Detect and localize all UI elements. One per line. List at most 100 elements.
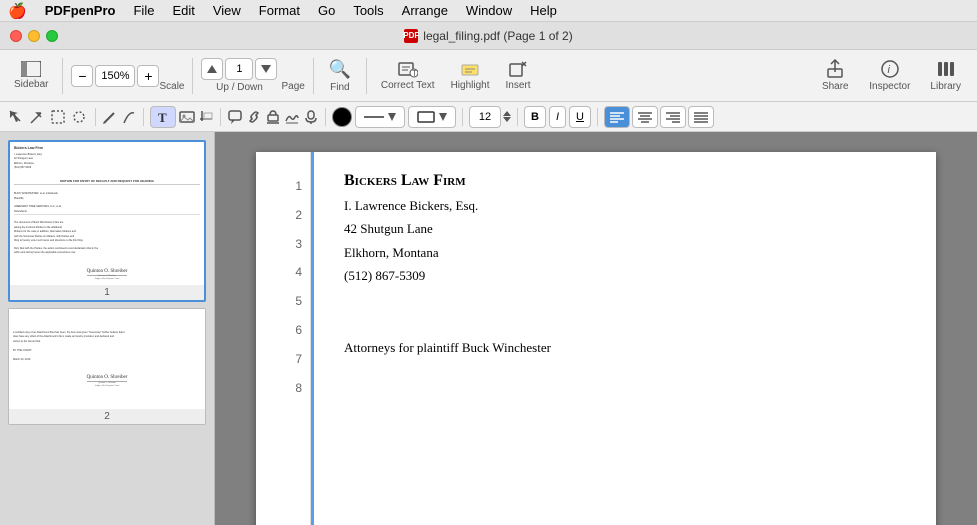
lasso-tool-icon[interactable] [71,109,87,125]
fullscreen-button[interactable] [46,30,58,42]
arrow-tool-icon[interactable] [29,109,45,125]
find-button[interactable]: 🔍 Find [322,56,358,96]
fmt-divider-2 [143,108,144,126]
zoom-out-button[interactable]: − [71,65,93,87]
pdf-address1: 42 Shutgun Lane [344,217,906,240]
toolbar-divider-4 [366,58,367,94]
align-left-button[interactable] [604,106,630,128]
thumb-img-2: a certified copy of an Attachment filed … [9,309,205,409]
line-number: 7 [264,345,302,374]
fill-color-button[interactable] [332,107,352,127]
fmt-divider-7 [597,108,598,126]
library-icon [936,59,956,79]
thumbnail-page-1[interactable]: Bickers Law Firm I. Lawrence Bickers, Es… [8,140,206,302]
app-name-menu[interactable]: PDFpenPro [37,1,124,20]
mini-page-1: Bickers Law Firm I. Lawrence Bickers, Es… [10,142,204,285]
correct-text-icon: T [398,60,418,78]
pen-tool-icon[interactable] [121,109,137,125]
menu-file[interactable]: File [125,1,162,20]
underline-button[interactable]: U [569,106,591,128]
fmt-divider-3 [220,108,221,126]
zoom-in-button[interactable]: + [137,65,159,87]
thumb-label-2: 2 [9,409,205,424]
menu-arrange[interactable]: Arrange [394,1,456,20]
line-style-icon [364,112,384,122]
line-number: 6 [264,316,302,345]
page-label: Page [281,81,304,92]
line-style-button[interactable] [355,106,405,128]
sidebar-button[interactable]: Sidebar [8,58,54,93]
crop-tool-icon[interactable] [198,109,214,125]
menu-format[interactable]: Format [251,1,308,20]
pdf-firm-name: Bickers Law Firm [344,172,906,190]
zoom-value[interactable]: 150% [95,65,135,87]
svg-text:T: T [412,69,417,78]
link-tool-icon[interactable] [246,109,262,125]
text-tool-button[interactable]: T [150,106,176,128]
stamp-tool-icon[interactable] [265,109,281,125]
page-nav-buttons: 1 [201,58,277,80]
main-area: Bickers Law Firm I. Lawrence Bickers, Es… [0,132,977,525]
library-button[interactable]: Library [922,56,969,95]
scale-group: Scale [159,59,184,92]
highlight-label: Highlight [451,80,490,91]
select-tool-icon[interactable] [50,109,66,125]
signature-tool-icon[interactable] [284,109,300,125]
align-center-icon [638,111,652,123]
inspector-button[interactable]: i Inspector [861,56,918,95]
font-size-value[interactable]: 12 [469,106,501,128]
thumbnail-page-2[interactable]: a certified copy of an Attachment filed … [8,308,206,425]
align-justify-icon [694,111,708,123]
apple-menu[interactable]: 🍎 [8,2,27,20]
rect-style-button[interactable] [408,106,456,128]
align-justify-button[interactable] [688,106,714,128]
audio-tool-icon[interactable] [303,109,319,125]
menu-edit[interactable]: Edit [164,1,202,20]
minimize-button[interactable] [28,30,40,42]
align-right-icon [666,111,680,123]
bold-button[interactable]: B [524,106,546,128]
menu-window[interactable]: Window [458,1,520,20]
share-label: Share [822,81,849,92]
mini-page-2: a certified copy of an Attachment filed … [9,326,205,392]
highlight-button[interactable]: Highlight [445,57,496,94]
page-number-input[interactable]: 1 [225,58,253,80]
pdf-viewer[interactable]: 1 2 3 4 5 6 7 8 Bickers Law Firm I. Lawr… [215,132,977,525]
svg-text:i: i [887,64,890,76]
page-nav-group: 1 Up / Down [201,58,277,93]
pdf-gap [344,288,906,328]
pdf-attorney-name: I. Lawrence Bickers, Esq. [344,194,906,217]
sidebar-panel: Bickers Law Firm I. Lawrence Bickers, Es… [0,132,215,525]
line-number: 5 [264,287,302,316]
align-right-button[interactable] [660,106,686,128]
fmt-divider-6 [517,108,518,126]
line-number: 8 [264,374,302,403]
correct-text-label: Correct Text [381,80,435,91]
insert-button[interactable]: Insert [500,57,537,94]
pencil-tool-icon[interactable] [102,109,118,125]
line-numbers: 1 2 3 4 5 6 7 8 [256,152,311,525]
comment-tool-icon[interactable] [227,109,243,125]
page-down-button[interactable] [255,58,277,80]
menu-tools[interactable]: Tools [345,1,391,20]
menu-go[interactable]: Go [310,1,343,20]
share-button[interactable]: Share [813,56,857,95]
title-bar: PDF legal_filing.pdf (Page 1 of 2) [0,22,977,50]
align-center-button[interactable] [632,106,658,128]
menu-help[interactable]: Help [522,1,565,20]
cursor-tool-icon[interactable] [8,109,24,125]
page-up-button[interactable] [201,58,223,80]
fmt-divider-1 [95,108,96,126]
close-button[interactable] [10,30,22,42]
image-tool-icon[interactable] [179,109,195,125]
insert-label: Insert [506,80,531,91]
fmt-divider-5 [462,108,463,126]
menu-view[interactable]: View [205,1,249,20]
correct-text-button[interactable]: T Correct Text [375,57,441,94]
updown-label: Up / Down [216,82,263,93]
search-icon: 🔍 [329,59,351,80]
italic-button[interactable]: I [549,106,566,128]
pdf-city-state: Elkhorn, Montana [344,241,906,264]
font-size-stepper[interactable] [503,111,511,122]
scale-label: Scale [159,81,184,92]
